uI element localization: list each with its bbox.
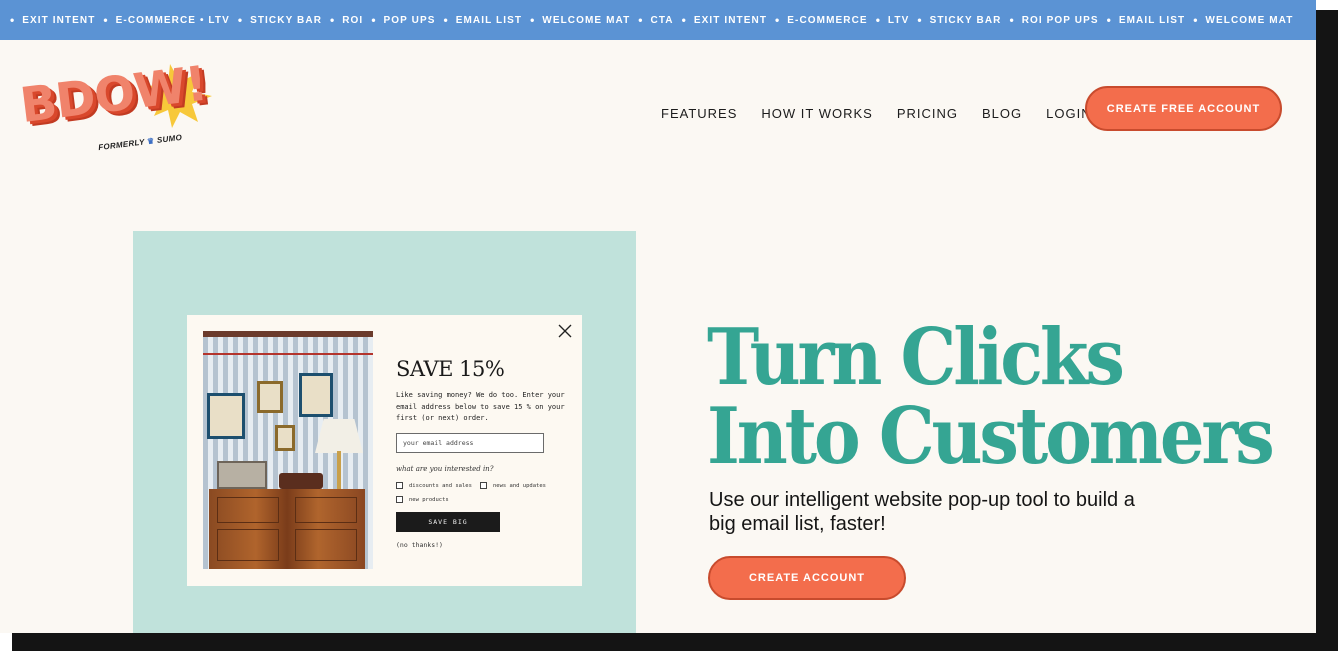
ticker-item: EXIT INTENT: [693, 14, 768, 26]
ticker-separator: •: [875, 13, 880, 27]
ticker-item: E-COMMERCE • LTV: [115, 14, 230, 26]
crown-icon: ♛: [146, 136, 156, 147]
hero-headline-line2: Into Customers: [707, 391, 1275, 482]
ticker-separator: •: [1009, 13, 1014, 27]
popup-option-discounts[interactable]: discounts and sales: [396, 482, 472, 489]
nav-blog[interactable]: BLOG: [982, 106, 1022, 121]
checkbox[interactable]: [396, 482, 403, 489]
popup-interest-question: what are you interested in?: [396, 465, 494, 473]
create-free-account-button[interactable]: CREATE FREE ACCOUNT: [1085, 86, 1282, 131]
picture-frame: [299, 373, 333, 417]
ticker-item: E-COMMERCE: [787, 14, 868, 26]
ticker-separator: •: [917, 13, 922, 27]
ticker-separator: •: [371, 13, 376, 27]
radio: [217, 461, 267, 489]
main-nav: FEATURES HOW IT WORKS PRICING BLOG LOGIN: [661, 106, 1116, 121]
ticker-separator: •: [237, 13, 243, 27]
hero-subheadline: Use our intelligent website pop-up tool …: [709, 489, 1135, 535]
save-big-button[interactable]: SAVE BIG: [396, 512, 500, 532]
hero-headline: Turn Clicks Into Customers: [707, 318, 1275, 476]
checkbox[interactable]: [480, 482, 487, 489]
ticker-item: STICKY BAR: [250, 14, 323, 26]
no-thanks-link[interactable]: (no thanks!): [396, 541, 443, 549]
ticker-separator: •: [638, 13, 643, 27]
logo-formerly-name: SUMO: [156, 132, 183, 145]
landing-page: • EXIT INTENT • E-COMMERCE • LTV • STICK…: [0, 0, 1316, 633]
ticker-item: EMAIL LIST: [1118, 14, 1186, 26]
ticker-separator: •: [1106, 13, 1111, 27]
page-shadow: [12, 633, 1338, 651]
popup-title: SAVE 15%: [396, 357, 505, 381]
hero-headline-line1: Turn Clicks: [707, 312, 1125, 403]
create-account-button[interactable]: CREATE ACCOUNT: [708, 556, 906, 600]
ticker-item: ROI POP UPS: [1021, 14, 1099, 26]
ticker-item: ROI: [342, 14, 364, 26]
picture-frame: [275, 425, 295, 451]
site-logo[interactable]: BDOW! FORMERLY ♛ SUMO: [17, 56, 217, 162]
ticker-item: WELCOME MAT: [1205, 14, 1294, 26]
ticker-item: EMAIL LIST: [455, 14, 523, 26]
popup-option-label: new products: [409, 496, 449, 503]
picture-frame: [207, 393, 245, 439]
ticker-separator: •: [681, 13, 686, 27]
popup-photo: [203, 331, 373, 569]
ticker-separator: •: [103, 13, 108, 27]
nav-how-it-works[interactable]: HOW IT WORKS: [761, 106, 872, 121]
ticker-item: LTV: [887, 14, 910, 26]
ticker-separator: •: [775, 13, 780, 27]
lamp: [315, 419, 363, 453]
ticker-separator: •: [443, 13, 448, 27]
popup-description: Like saving money? We do too. Enter your…: [396, 391, 565, 422]
ticker-separator: •: [10, 13, 15, 27]
ticker-item: WELCOME MAT: [542, 14, 631, 26]
page-shadow: [1316, 10, 1338, 650]
ticker-item: STICKY BAR: [929, 14, 1002, 26]
ticker-item: EXIT INTENT: [22, 14, 96, 26]
picture-frame: [257, 381, 283, 413]
nav-pricing[interactable]: PRICING: [897, 106, 958, 121]
feature-ticker: • EXIT INTENT • E-COMMERCE • LTV • STICK…: [0, 0, 1316, 40]
popup-option-label: news and updates: [493, 482, 546, 489]
nav-features[interactable]: FEATURES: [661, 106, 737, 121]
wooden-cabinet: [209, 489, 365, 569]
close-icon[interactable]: [557, 323, 573, 339]
popup-option-label: discounts and sales: [409, 482, 472, 489]
ticker-item: POP UPS: [383, 14, 436, 26]
popup-email-input[interactable]: your email address: [396, 433, 544, 453]
ticker-separator: •: [530, 13, 535, 27]
turntable: [279, 473, 323, 489]
checkbox[interactable]: [396, 496, 403, 503]
popup-option-new-products[interactable]: new products: [396, 496, 449, 503]
popup-option-news[interactable]: news and updates: [480, 482, 546, 489]
ticker-separator: •: [1193, 13, 1198, 27]
ticker-separator: •: [330, 13, 335, 27]
ticker-item: CTA: [650, 14, 674, 26]
example-popup: SAVE 15% Like saving money? We do too. E…: [187, 315, 582, 586]
